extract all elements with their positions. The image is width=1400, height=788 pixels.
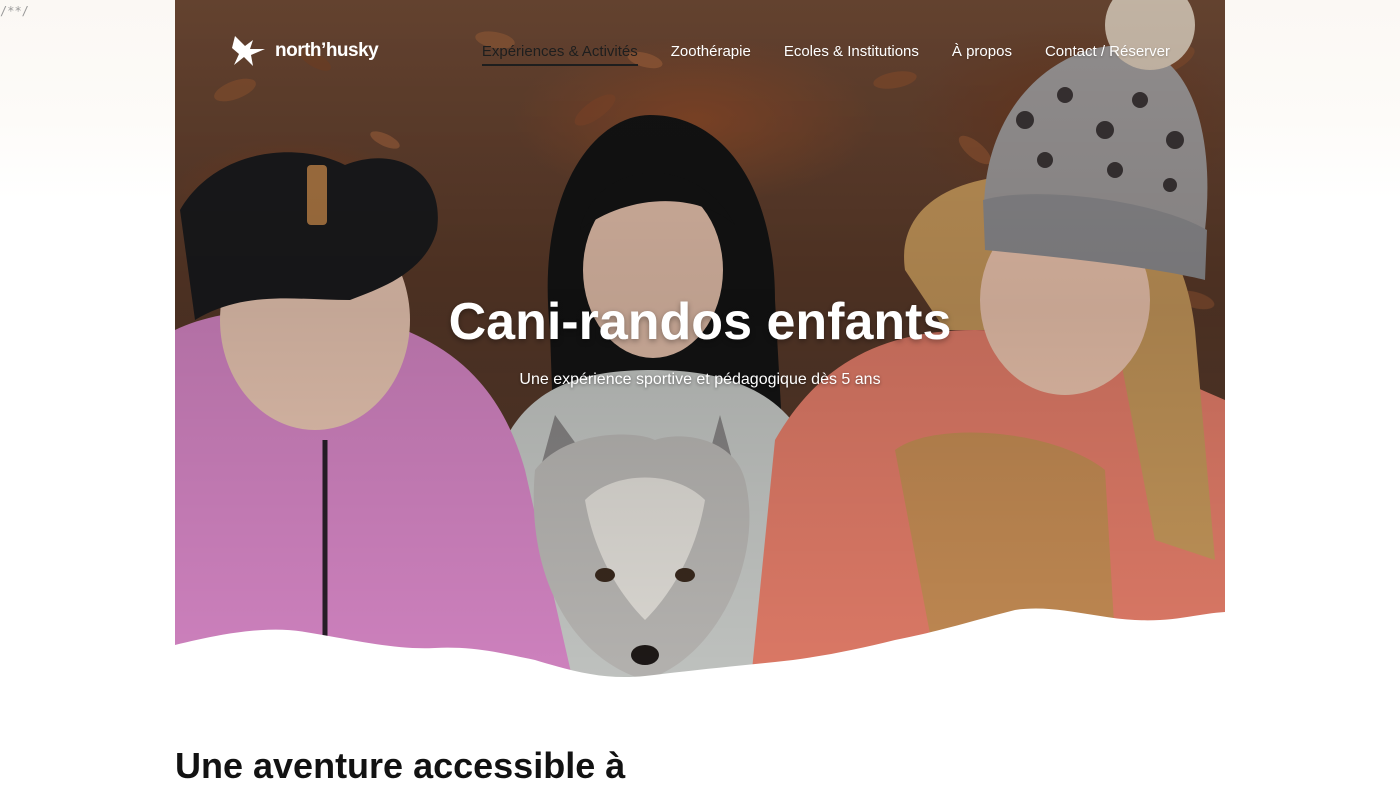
nav-item-experiences[interactable]: Expériences & Activités	[481, 43, 638, 66]
husky-star-logo-icon	[232, 36, 265, 66]
wave-divider	[175, 608, 1225, 690]
nav-item-contact[interactable]: Contact / Réserver	[1045, 43, 1170, 66]
section-title: Une aventure accessible à	[175, 745, 626, 786]
main-menu: Expériences & Activités Zoothérapie Ecol…	[481, 43, 1170, 66]
nav-item-zootherapie[interactable]: Zoothérapie	[671, 43, 751, 66]
hero-subtitle: Une expérience sportive et pédagogique d…	[519, 371, 881, 388]
nav-item-ecoles[interactable]: Ecoles & Institutions	[784, 43, 919, 66]
brand-name: north’husky	[275, 40, 379, 61]
stray-comment-text: /**/	[0, 4, 29, 18]
page: /**/ north’husky Expériences & Activités…	[0, 0, 1400, 788]
brand-logo[interactable]: north’husky	[231, 34, 379, 68]
top-navigation: north’husky Expériences & Activités Zoot…	[175, 0, 1225, 100]
hero-title: Cani-randos enfants	[448, 293, 952, 351]
nav-item-a-propos[interactable]: À propos	[952, 43, 1012, 66]
